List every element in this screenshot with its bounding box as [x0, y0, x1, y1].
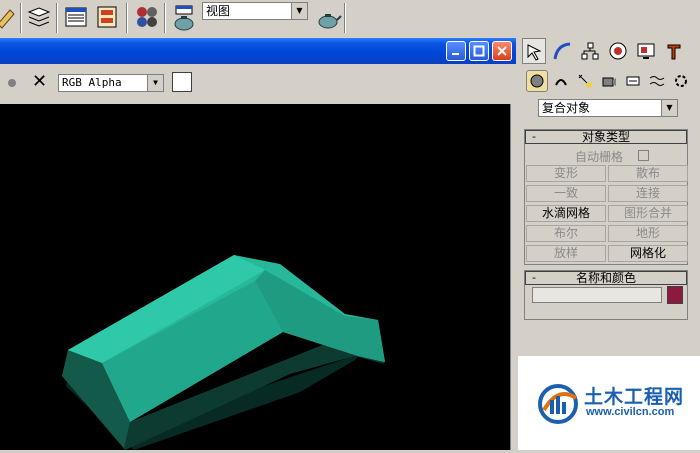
object-type-button[interactable]: 布尔 — [526, 225, 606, 242]
name-color-rollout: - 名称和颜色 — [524, 270, 688, 320]
category-dropdown[interactable]: 复合对象 ▼ — [538, 99, 678, 117]
main-toolbar: 视图 ▼ — [0, 0, 700, 36]
window-titlebar[interactable] — [0, 38, 516, 64]
name-color-title: 名称和颜色 — [575, 271, 636, 285]
view-dropdown[interactable]: 视图 ▼ — [202, 2, 308, 20]
chevron-down-icon: ▼ — [661, 100, 677, 116]
hierarchy-icon[interactable] — [578, 38, 602, 64]
spacewarps-icon[interactable] — [646, 70, 668, 92]
object-color-swatch[interactable] — [667, 286, 683, 304]
motion-icon[interactable] — [606, 38, 630, 64]
minimize-icon[interactable] — [446, 41, 466, 61]
chevron-down-icon: ▼ — [147, 75, 163, 91]
channel-dot-icon[interactable] — [8, 79, 16, 87]
category-dropdown-value: 复合对象 — [542, 101, 591, 115]
collapse-minus-icon: - — [532, 271, 536, 284]
toolbar-separator — [126, 3, 128, 33]
material-editor-icon[interactable] — [134, 4, 160, 30]
channel-dropdown-value: RGB Alpha — [62, 76, 122, 89]
lights-icon[interactable] — [574, 70, 596, 92]
object-type-button[interactable]: 散布 — [608, 165, 688, 182]
object-type-title: 对象类型 — [581, 130, 630, 144]
autogrid-label: 自动栅格 — [575, 150, 624, 164]
object-type-button[interactable]: 水滴网格 — [526, 205, 606, 222]
view-dropdown-value: 视图 — [206, 4, 231, 18]
layers-icon[interactable] — [26, 4, 52, 30]
vertical-scrollbar[interactable] — [510, 104, 516, 450]
systems-icon[interactable] — [670, 70, 692, 92]
close-icon[interactable] — [492, 41, 512, 61]
geometry-icon[interactable] — [526, 70, 548, 92]
rendered-frame-window: ✕ RGB Alpha ▼ — [0, 36, 518, 450]
object-type-button[interactable]: 变形 — [526, 165, 606, 182]
channel-dropdown[interactable]: RGB Alpha ▼ — [58, 74, 164, 92]
maximize-icon[interactable] — [469, 41, 489, 61]
cameras-icon[interactable] — [598, 70, 620, 92]
object-type-button[interactable]: 图形合并 — [608, 205, 688, 222]
object-name-field[interactable] — [532, 287, 662, 303]
watermark-url: www.civilcn.com — [586, 406, 675, 418]
object-type-button[interactable]: 一致 — [526, 185, 606, 202]
toolbar-separator — [164, 3, 166, 33]
object-type-rollout: - 对象类型 自动栅格 变形 散布 一致 连接 水滴网格 图形合并 布尔 地形 放样 网格化 — [524, 129, 688, 265]
object-type-button[interactable]: 放样 — [526, 245, 606, 262]
object-type-button[interactable]: 网格化 — [608, 245, 688, 262]
render-scene-icon[interactable] — [170, 4, 196, 31]
collapse-minus-icon: - — [532, 130, 536, 143]
watermark-title: 土木工程网 — [584, 386, 685, 408]
color-swatch-white[interactable] — [172, 72, 192, 92]
watermark-logo: 土木工程网 www.civilcn.com — [536, 380, 700, 428]
render-frame-toolbar: ✕ RGB Alpha ▼ — [0, 66, 516, 98]
quick-render-teapot-icon[interactable] — [314, 6, 342, 32]
display-icon[interactable] — [634, 38, 658, 64]
object-type-header[interactable]: - 对象类型 — [525, 130, 687, 144]
helpers-icon[interactable] — [622, 70, 644, 92]
rendered-object-svg — [62, 255, 385, 450]
name-color-header[interactable]: - 名称和颜色 — [525, 271, 687, 285]
autogrid-checkbox[interactable] — [638, 150, 649, 161]
object-type-button[interactable]: 连接 — [608, 185, 688, 202]
render-canvas[interactable] — [0, 104, 510, 450]
ruler-icon[interactable] — [0, 4, 20, 30]
schematic-icon[interactable] — [94, 4, 120, 30]
toolbar-separator — [20, 3, 22, 33]
toolbar-separator — [56, 3, 58, 33]
curve-editor-icon[interactable] — [63, 4, 89, 30]
toolbar-separator — [344, 3, 346, 33]
chevron-down-icon: ▼ — [291, 3, 307, 19]
utilities-icon[interactable] — [662, 38, 686, 64]
object-type-button[interactable]: 地形 — [608, 225, 688, 242]
clear-icon[interactable]: ✕ — [32, 71, 47, 92]
shapes-icon[interactable] — [550, 70, 572, 92]
create-icon[interactable] — [522, 38, 546, 64]
civilcn-logo-icon — [538, 384, 578, 424]
modify-icon[interactable] — [550, 38, 574, 64]
